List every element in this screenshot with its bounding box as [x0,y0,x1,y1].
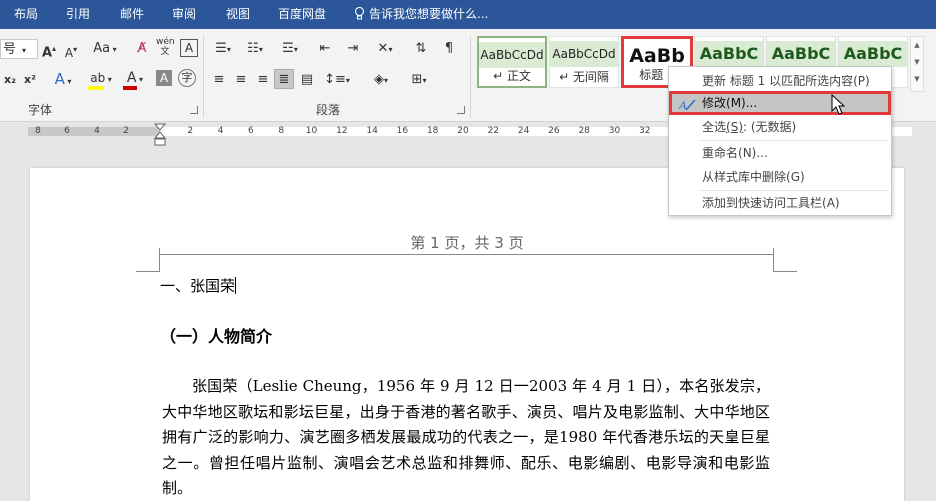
heading-1-text[interactable]: 一、张国荣 [160,275,237,296]
multilevel-list-icon[interactable]: ☲▾ [276,39,304,59]
body-paragraph[interactable]: 张国荣（Leslie Cheung，1956 年 9 月 12 日一2003 年… [162,374,770,501]
ruler-number: 10 [305,126,318,136]
font-size-box[interactable]: 号 ▾ [0,39,38,59]
font-dialog-launcher-icon[interactable] [190,106,198,114]
ruler-number: 14 [366,126,378,136]
crop-mark [136,271,160,272]
ruler-number: 26 [548,126,560,136]
ruler-number: 30 [608,126,621,136]
styles-gallery-scroll[interactable]: ▲ ▼ ▼ [910,36,924,92]
ruler-number: 4 [94,126,100,136]
increase-indent-icon[interactable]: ⇥ [342,39,364,59]
crop-mark [773,271,797,272]
lightbulb-icon [354,7,365,20]
decrease-indent-icon[interactable]: ⇤ [314,39,336,59]
ruler-number: 12 [336,126,348,136]
distributed-icon[interactable]: ▤ [298,70,316,90]
heading-2-text[interactable]: （一）人物简介 [160,323,272,347]
mouse-cursor-icon [831,94,846,115]
ruler-number: 32 [639,126,651,136]
style-no-spacing[interactable]: AaBbCcDd ↵ 无间隔 [549,36,619,88]
align-center-icon[interactable]: ≡ [232,70,250,90]
numbering-icon[interactable]: ☷▾ [242,39,268,59]
ruler-number: 6 [64,126,70,136]
change-case-button[interactable]: Aa ▾ [90,39,120,59]
chevron-down-icon[interactable]: ▼ [911,54,923,71]
tab-review[interactable]: 审阅 [172,0,196,29]
highlight-color-button[interactable]: ab ▾ [86,68,116,90]
justify-icon[interactable]: ≣ [274,69,294,89]
ruler-number: 2 [123,126,129,136]
svg-text:A: A [678,98,687,112]
character-shading-icon[interactable]: A [156,70,172,86]
menu-item-rename[interactable]: 重命名(N)... [669,141,891,165]
ruler-number: 20 [457,126,469,136]
show-marks-icon[interactable]: ¶ [438,39,460,59]
ruler-number: 16 [396,126,409,136]
more-styles-icon[interactable]: ▼ [911,71,923,88]
ruler-number: 4 [217,126,224,136]
tab-view[interactable]: 视图 [226,0,250,29]
font-group-label: 字体 [28,103,53,117]
clear-formatting-icon[interactable]: A̸ [133,39,151,59]
text-caret [235,277,237,294]
tab-layout[interactable]: 布局 [14,0,38,29]
line-spacing-icon[interactable]: ↕≡▾ [322,70,352,90]
character-border-icon[interactable]: A [180,39,198,57]
tab-mailings[interactable]: 邮件 [120,0,144,29]
font-color-button[interactable]: A ▾ [120,68,150,90]
modify-style-icon: A [678,98,696,112]
paragraph-group-label: 段落 [316,103,341,117]
chinese-layout-icon[interactable]: ✕▾ [370,39,400,59]
tab-references[interactable]: 引用 [66,0,90,29]
ribbon-tab-bar: 布局 引用 邮件 审阅 视图 百度网盘 告诉我您想要做什么... [0,0,936,29]
menu-item-modify[interactable]: A 修改(M)... [669,91,891,115]
menu-item-update-to-match[interactable]: 更新 标题 1 以匹配所选内容(P) [669,69,891,93]
chevron-up-icon[interactable]: ▲ [911,37,923,54]
shading-icon[interactable]: ◈▾ [366,70,396,90]
subscript-icon[interactable]: x₂ [2,70,18,90]
ruler-number: 2 [187,126,194,136]
enclosed-characters-icon[interactable]: 字 [178,69,196,87]
ruler-number: 8 [278,126,285,136]
style-context-menu: 更新 标题 1 以匹配所选内容(P) A 修改(M)... 全选(S): (无数… [668,66,892,216]
tab-baidu-netdisk[interactable]: 百度网盘 [278,0,326,29]
shrink-font-icon[interactable]: A▾ [62,40,80,60]
text-effects-icon[interactable]: A ▾ [50,69,76,89]
bullets-icon[interactable]: ☰▾ [210,39,236,59]
borders-icon[interactable]: ⊞▾ [404,70,434,90]
sort-icon[interactable]: ⇅ [410,39,432,59]
page-header-text[interactable]: 第 1 页，共 3 页 [160,232,774,253]
ruler-number: 28 [578,126,590,136]
tell-me-box[interactable]: 告诉我您想要做什么... [354,0,488,29]
paragraph-dialog-launcher-icon[interactable] [457,106,465,114]
style-normal[interactable]: AaBbCcDd ↵ 正文 [477,36,547,88]
ruler-number: 6 [248,126,254,136]
superscript-icon[interactable]: x² [22,70,38,90]
menu-item-select-all[interactable]: 全选(S): (无数据) [669,115,891,139]
tell-me-text: 告诉我您想要做什么... [369,7,489,21]
group-separator [470,36,471,118]
align-left-icon[interactable]: ≡ [210,70,228,90]
header-line [160,254,774,255]
ruler-number: 24 [517,126,530,136]
indent-marker-icon[interactable] [154,123,166,147]
phonetic-guide-icon[interactable]: wén 文 [156,37,175,57]
ruler-number: 18 [426,126,439,136]
group-separator [203,36,204,118]
ruler-number: 22 [487,126,500,136]
menu-item-add-to-quick-access[interactable]: 添加到快速访问工具栏(A) [669,191,891,215]
ruler-number: 8 [35,126,41,136]
menu-item-remove-from-gallery[interactable]: 从样式库中删除(G) [669,165,891,189]
align-right-icon[interactable]: ≡ [254,70,272,90]
grow-font-icon[interactable]: A▴ [40,39,58,60]
